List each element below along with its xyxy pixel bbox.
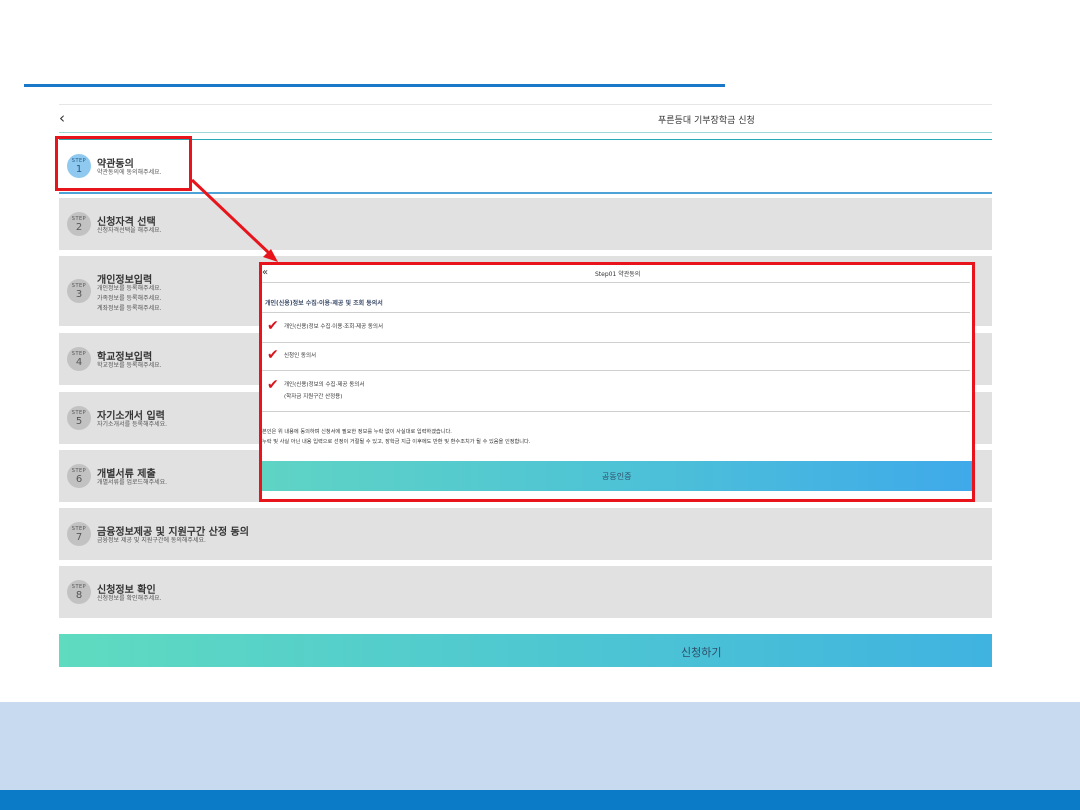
consent-item-3[interactable]: ✔ 개인(신용)정보의 수집·제공 동의서 (학자금 지원구간 산정용) — [267, 377, 967, 407]
check-icon[interactable]: ✔ — [267, 378, 279, 392]
certificate-auth-label: 공동인증 — [602, 472, 632, 481]
terms-popup: « Step01 약관동의 개인(신용)정보 수집·이용·제공 및 조회 동의서… — [262, 265, 972, 499]
consent-label: 신청인 동의서 — [284, 353, 317, 359]
certificate-auth-button[interactable]: 공동인증 — [262, 461, 972, 491]
double-chevron-left-icon[interactable]: « — [262, 267, 268, 278]
consent-label: 개인(신용)정보 수집·이용·조회·제공 동의서 — [284, 324, 384, 330]
popup-divider — [262, 370, 970, 371]
consent-sublabel: (학자금 지원구간 산정용) — [284, 394, 343, 400]
check-icon[interactable]: ✔ — [267, 348, 279, 362]
popup-divider — [262, 312, 970, 313]
consent-label: 개인(신용)정보의 수집·제공 동의서 — [284, 382, 365, 388]
consent-item-1[interactable]: ✔ 개인(신용)정보 수집·이용·조회·제공 동의서 — [267, 319, 967, 339]
footer-bar — [0, 790, 1080, 810]
consent-heading: 개인(신용)정보 수집·이용·제공 및 조회 동의서 — [265, 300, 383, 307]
notice-line: 본인은 위 내용에 동의하며 신청서에 필요한 정보를 누락 없이 사실대로 입… — [262, 429, 452, 435]
popup-divider — [262, 342, 970, 343]
popup-divider — [262, 411, 970, 412]
notice-line: 누락 및 사실 아닌 내용 입력으로 선정이 거절될 수 있고, 장학금 지급 … — [262, 439, 531, 445]
popup-divider — [262, 282, 970, 283]
popup-title: Step01 약관동의 — [595, 271, 641, 278]
footer-band — [0, 702, 1080, 790]
consent-item-2[interactable]: ✔ 신청인 동의서 — [267, 348, 967, 368]
check-icon[interactable]: ✔ — [267, 319, 279, 333]
